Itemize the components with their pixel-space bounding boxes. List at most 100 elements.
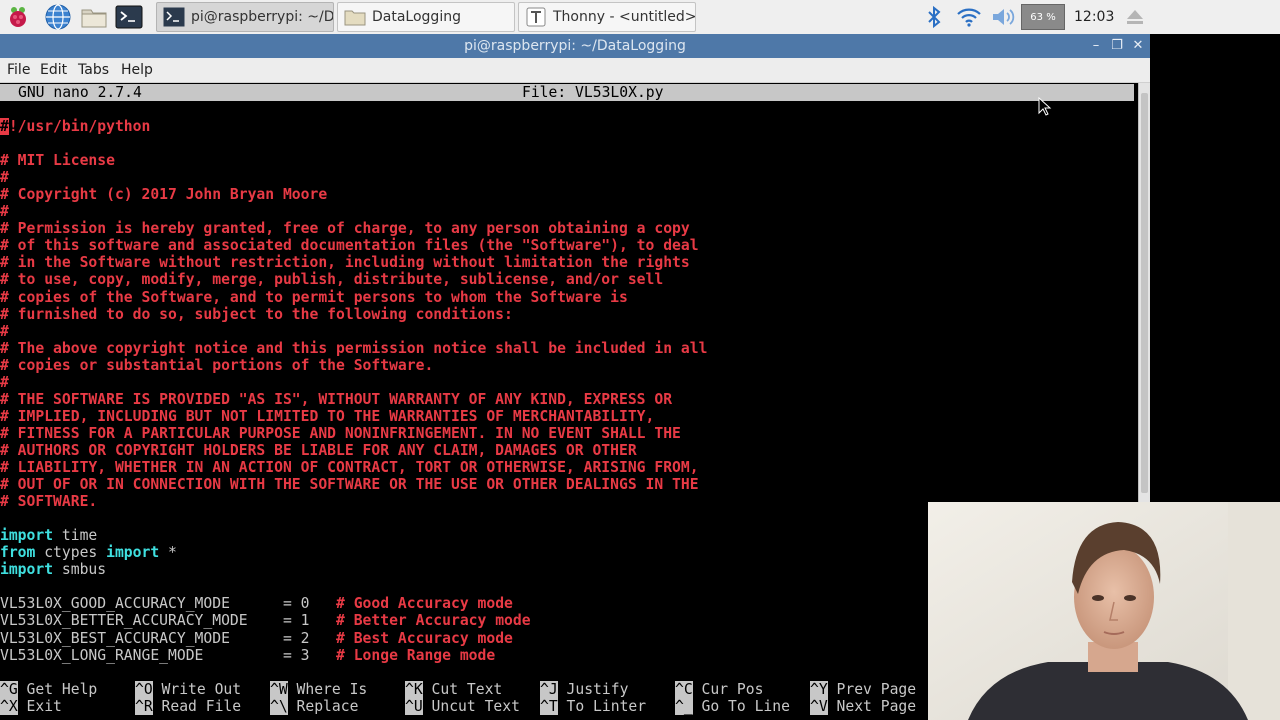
- close-icon[interactable]: ✕: [1128, 34, 1148, 58]
- shortcut-label: Uncut Text: [431, 698, 520, 715]
- code-line: # OUT OF OR IN CONNECTION WITH THE SOFTW…: [0, 476, 699, 494]
- shortcut-key: ^G: [0, 681, 18, 698]
- cpu-monitor[interactable]: 63 %: [1021, 4, 1065, 30]
- code-line: VL53L0X_BETTER_ACCURACY_MODE = 1 # Bette…: [0, 612, 531, 629]
- code-line: # copies of the Software, and to permit …: [0, 288, 628, 306]
- nano-version: GNU nano 2.7.4: [18, 84, 142, 101]
- mouse-cursor-icon: [1038, 96, 1052, 117]
- code-line: # Permission is hereby granted, free of …: [0, 220, 690, 238]
- shortcut-key: ^X: [0, 698, 18, 715]
- taskbar-task-label: DataLogging: [372, 9, 461, 25]
- code-line: # in the Software without restriction, i…: [0, 254, 690, 272]
- shortcut-key: ^_: [675, 698, 693, 715]
- scrollbar[interactable]: [1138, 83, 1150, 502]
- shortcut-go-to-line: ^_ Go To Line: [675, 698, 790, 715]
- code-text: VL53L0X_BEST_ACCURACY_MODE = 2: [0, 629, 337, 647]
- shortcut-key: ^R: [135, 698, 153, 715]
- code-text: VL53L0X_LONG_RANGE_MODE = 3: [0, 646, 337, 664]
- code-line: VL53L0X_GOOD_ACCURACY_MODE = 0 # Good Ac…: [0, 595, 513, 612]
- terminal-icon: [163, 6, 185, 28]
- terminal-icon[interactable]: [115, 3, 143, 31]
- shortcut-label: Cut Text: [431, 681, 503, 698]
- raspberry-menu-icon[interactable]: [4, 3, 32, 31]
- folder-icon: [344, 6, 366, 28]
- shortcut-where-is: ^W Where Is: [270, 681, 367, 698]
- shortcut-label: Where Is: [296, 681, 368, 698]
- code-line: #!/usr/bin/python: [0, 118, 150, 135]
- shortcut-key: ^W: [270, 681, 288, 698]
- taskbar-task-thonny[interactable]: Thonny - <untitled> ...: [518, 2, 696, 32]
- code-text: *: [159, 544, 177, 562]
- menu-file[interactable]: File: [7, 58, 30, 83]
- menu-help[interactable]: Help: [121, 58, 153, 83]
- code-comment: # Good Accuracy mode: [336, 595, 513, 613]
- code-line: # Copyright (c) 2017 John Bryan Moore: [0, 186, 328, 204]
- shortcut-label: Prev Page: [836, 681, 917, 698]
- code-comment: # Better Accuracy mode: [336, 612, 531, 630]
- shortcut-exit: ^X Exit: [0, 698, 62, 715]
- scrollbar-thumb[interactable]: [1141, 93, 1148, 493]
- desktop-background: [1150, 34, 1280, 502]
- shortcut-justify: ^J Justify: [540, 681, 628, 698]
- volume-icon[interactable]: [990, 5, 1015, 29]
- clock[interactable]: 12:03: [1074, 0, 1114, 34]
- code-line: VL53L0X_BEST_ACCURACY_MODE = 2 # Best Ac…: [0, 630, 513, 647]
- bluetooth-icon[interactable]: [922, 5, 946, 29]
- maximize-icon[interactable]: ❐: [1107, 34, 1127, 58]
- taskbar-task-folder[interactable]: DataLogging: [337, 2, 515, 32]
- code-text: VL53L0X_GOOD_ACCURACY_MODE = 0: [0, 595, 337, 613]
- code-keyword: import: [106, 544, 160, 562]
- eject-icon[interactable]: [1124, 7, 1146, 27]
- shortcut-key: ^C: [675, 681, 693, 698]
- shortcut-label: Go To Line: [701, 698, 790, 715]
- code-line: from ctypes import *: [0, 544, 177, 561]
- wifi-icon[interactable]: [956, 5, 981, 29]
- shortcut-key: ^\: [270, 698, 288, 715]
- code-line: #: [0, 322, 9, 340]
- webcam-overlay: [928, 502, 1280, 720]
- code-text: !/usr/bin/python: [8, 118, 151, 135]
- code-text: VL53L0X_BETTER_ACCURACY_MODE = 1: [0, 612, 337, 630]
- shortcut-write-out: ^O Write Out: [135, 681, 241, 698]
- taskbar-task-terminal[interactable]: pi@raspberrypi: ~/Da...: [156, 2, 334, 32]
- menu-edit[interactable]: Edit: [40, 58, 67, 83]
- code-line: VL53L0X_LONG_RANGE_MODE = 3 # Longe Rang…: [0, 647, 495, 664]
- code-line: # The above copyright notice and this pe…: [0, 339, 708, 357]
- menu-tabs[interactable]: Tabs: [78, 58, 109, 83]
- shortcut-label: Exit: [26, 698, 62, 715]
- shortcut-key: ^K: [405, 681, 423, 698]
- code-keyword: import: [0, 527, 54, 545]
- code-line: #: [0, 373, 9, 391]
- shortcut-uncut-text: ^U Uncut Text: [405, 698, 520, 715]
- shortcut-key: ^U: [405, 698, 423, 715]
- shortcut-key: ^J: [540, 681, 558, 698]
- shortcut-read-file: ^R Read File: [135, 698, 241, 715]
- shortcut-label: Justify: [566, 681, 629, 698]
- shortcut-label: Get Help: [26, 681, 98, 698]
- shortcut-label: Next Page: [836, 698, 917, 715]
- code-line: # MIT License: [0, 152, 115, 170]
- code-line: # copies or substantial portions of the …: [0, 356, 434, 374]
- shortcut-key: ^T: [540, 698, 558, 715]
- code-line: # furnished to do so, subject to the fol…: [0, 305, 513, 323]
- shortcut-label: To Linter: [566, 698, 647, 715]
- shortcut-next-page: ^V Next Page: [810, 698, 916, 715]
- shortcut-replace: ^\ Replace: [270, 698, 358, 715]
- menu-bar: File Edit Tabs Help: [0, 58, 1150, 83]
- code-line: #: [0, 203, 9, 221]
- shortcut-key: ^Y: [810, 681, 828, 698]
- minimize-icon[interactable]: –: [1086, 34, 1106, 58]
- code-text: smbus: [53, 561, 107, 579]
- shortcut-label: Write Out: [161, 681, 242, 698]
- file-manager-icon[interactable]: [80, 3, 108, 31]
- code-line: # AUTHORS OR COPYRIGHT HOLDERS BE LIABLE…: [0, 441, 637, 459]
- code-comment: # Best Accuracy mode: [336, 629, 513, 647]
- code-comment: # Longe Range mode: [336, 646, 496, 664]
- shortcut-to-linter: ^T To Linter: [540, 698, 646, 715]
- code-keyword: import: [0, 561, 54, 579]
- thonny-icon: [525, 6, 547, 28]
- web-browser-icon[interactable]: [44, 3, 72, 31]
- code-text: ctypes: [35, 544, 107, 562]
- taskbar-task-label: Thonny - <untitled> ...: [553, 9, 696, 25]
- shortcut-key: ^O: [135, 681, 153, 698]
